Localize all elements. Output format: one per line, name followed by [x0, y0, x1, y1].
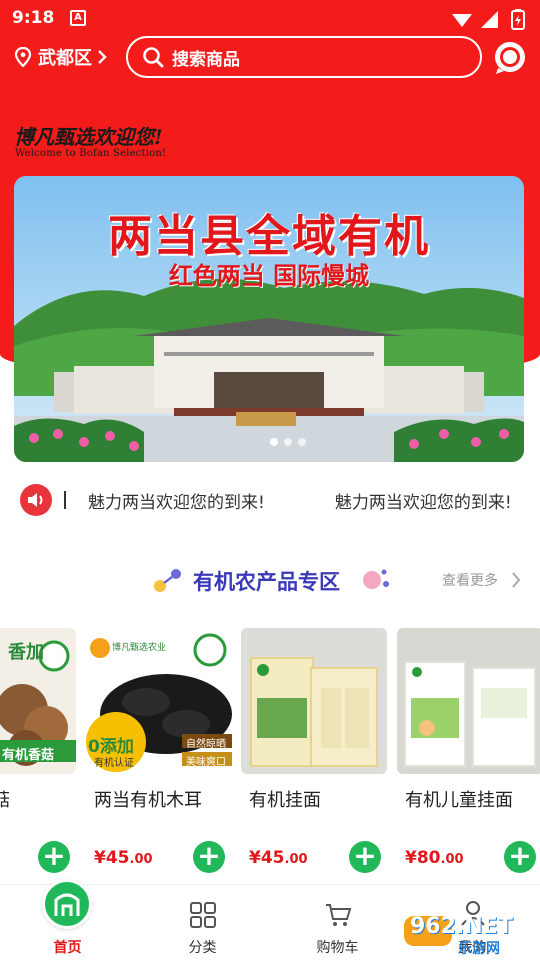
tab-label: 首页 — [53, 940, 82, 956]
molecule-icon-left — [154, 569, 181, 592]
product-card[interactable]: 有机儿童挂面 ¥80.00 — [397, 628, 540, 868]
tab-home[interactable]: 首页 — [0, 879, 135, 960]
product-carousel[interactable]: 香加 有机香菇 有机香菇 + 博凡甄选农业 — [0, 628, 540, 878]
product-image — [397, 628, 540, 774]
speaker-icon — [20, 484, 52, 516]
product-name: 有机儿童挂面 — [405, 790, 513, 811]
molecule-icon-right — [363, 569, 389, 589]
price-main: ¥45 — [249, 848, 285, 868]
tab-label: 购物车 — [316, 940, 359, 956]
watermark-text: 962.NET — [410, 914, 513, 939]
banner-dot[interactable] — [284, 438, 292, 446]
product-image — [241, 628, 387, 774]
chevron-right-icon[interactable] — [510, 571, 522, 589]
app-root: 9:18 A 武都区 搜索商品 博凡甄选欢迎您! Welcome to Bofa… — [0, 0, 540, 960]
organic-section-header: 有机农产品专区 查看更多 — [0, 560, 540, 600]
price-main: ¥45 — [94, 848, 130, 868]
tab-cart[interactable]: 购物车 — [270, 885, 405, 960]
product-price: ¥80.00 — [405, 848, 464, 868]
banner-title: 两当县全域有机 — [108, 211, 430, 262]
price-main: ¥80 — [405, 848, 441, 868]
product-image-text: 有机香菇 — [2, 748, 55, 763]
search-placeholder: 搜索商品 — [172, 49, 240, 70]
price-cents: .00 — [284, 852, 308, 867]
chat-button[interactable] — [492, 40, 528, 76]
tab-label: 分类 — [188, 940, 217, 956]
product-price: ¥45.00 — [94, 848, 153, 868]
notification-icon: A — [70, 10, 86, 26]
banner-dot[interactable] — [270, 438, 278, 446]
banner-pagination — [270, 438, 306, 446]
add-to-cart-button[interactable]: + — [504, 841, 536, 873]
location-selector[interactable]: 武都区 — [14, 44, 108, 70]
product-card[interactable]: 有机挂面 ¥45.00 — [241, 628, 387, 868]
product-tag: 自然晾晒 — [186, 739, 226, 750]
banner-dot[interactable] — [298, 438, 306, 446]
home-icon — [42, 879, 92, 929]
product-image: 香加 有机香菇 — [0, 628, 76, 774]
wifi-signal-battery-icon — [452, 9, 525, 30]
banner-subtitle: 红色两当 国际慢城 — [168, 262, 370, 290]
add-to-cart-button[interactable]: + — [38, 841, 70, 873]
product-name: 有机挂面 — [249, 790, 321, 811]
product-badge-sub: 有机认证 — [94, 758, 134, 769]
product-badge: 香加 — [8, 642, 44, 663]
search-icon — [143, 47, 164, 68]
section-title: 有机农产品专区 — [193, 570, 340, 594]
view-more-link[interactable]: 查看更多 — [442, 570, 498, 590]
site-watermark: 962.NET 乐游网 — [402, 910, 532, 957]
product-price: ¥45.00 — [249, 848, 308, 868]
status-time: 9:18 — [12, 8, 55, 28]
search-bar[interactable]: 搜索商品 — [126, 36, 482, 78]
tab-category[interactable]: 分类 — [135, 885, 270, 960]
watermark-sub: 乐游网 — [458, 941, 500, 957]
product-tag: 美味爽口 — [186, 757, 226, 768]
notice-messages: 魅力两当欢迎您的到来! 魅力两当欢迎您的到来! — [88, 488, 528, 513]
add-to-cart-button[interactable]: + — [193, 841, 225, 873]
price-cents: .00 — [129, 852, 153, 867]
status-bar: 9:18 A — [0, 0, 540, 36]
product-image: 博凡甄选农业 0添加 有机认证 自然晾晒 美味爽口 — [86, 628, 232, 774]
chevron-right-icon — [98, 50, 107, 64]
location-label: 武都区 — [38, 48, 92, 69]
grid-icon — [190, 902, 216, 928]
system-icons — [450, 8, 530, 35]
price-cents: .00 — [440, 852, 464, 867]
location-pin-icon — [14, 47, 32, 67]
product-card[interactable]: 香加 有机香菇 有机香菇 — [0, 628, 76, 811]
notice-message: 魅力两当欢迎您的到来! — [88, 492, 265, 513]
notice-divider — [64, 491, 66, 509]
welcome-title: 博凡甄选欢迎您! — [14, 125, 163, 149]
add-to-cart-button[interactable]: + — [349, 841, 381, 873]
welcome-subtitle-en: Welcome to Bofan Selection! — [15, 148, 167, 159]
announcement-bar[interactable]: 魅力两当欢迎您的到来! 魅力两当欢迎您的到来! — [20, 484, 540, 516]
brand-label: 博凡甄选农业 — [112, 643, 167, 653]
cart-icon — [326, 904, 352, 926]
promo-banner[interactable]: 两当县全域有机 红色两当 国际慢城 — [14, 176, 524, 462]
product-name: 两当有机木耳 — [94, 790, 202, 811]
notice-message: 魅力两当欢迎您的到来! — [334, 492, 512, 513]
product-name: 有机香菇 — [0, 790, 10, 811]
chat-bubble-icon — [495, 42, 525, 74]
product-card[interactable]: 博凡甄选农业 0添加 有机认证 自然晾晒 美味爽口 两当有机木耳 ¥45.00 — [86, 628, 232, 868]
